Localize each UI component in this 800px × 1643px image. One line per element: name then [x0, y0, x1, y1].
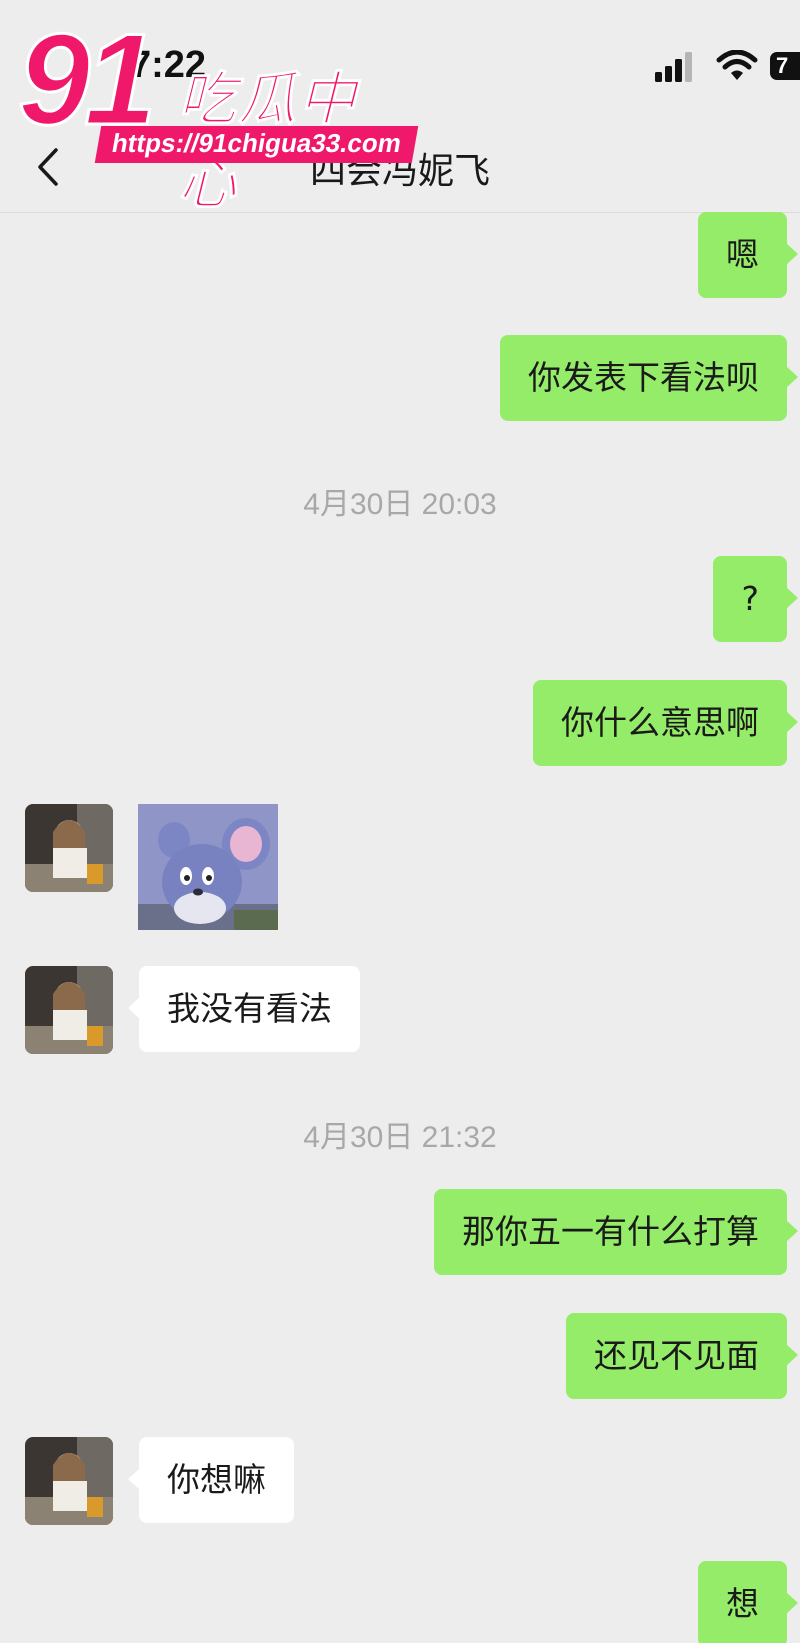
outgoing-message[interactable]: 那你五一有什么打算 — [434, 1189, 798, 1275]
outgoing-message[interactable]: 想 — [698, 1561, 798, 1643]
outgoing-message[interactable]: 嗯 — [698, 212, 798, 298]
timestamp-label: 4月30日 21:32 — [303, 1121, 497, 1154]
contact-avatar[interactable] — [25, 966, 113, 1054]
incoming-message[interactable]: 我没有看法 — [128, 966, 360, 1052]
watermark-logo: 91 吃瓜中心 https://91chigua33.com — [17, 6, 419, 218]
battery-icon: 7 — [770, 52, 800, 80]
watermark-url: https://91chigua33.com — [94, 126, 419, 163]
tuffy-mouse-sticker[interactable] — [138, 804, 278, 930]
timestamp-label: 4月30日 20:03 — [303, 488, 497, 521]
incoming-message[interactable]: 你想嘛 — [128, 1437, 294, 1523]
watermark-number: 91 — [17, 6, 159, 152]
chat-screen: 7:22 7 四会冯妮飞 91 吃瓜中心 https://91chigua33.… — [0, 0, 800, 1643]
outgoing-message[interactable]: 你发表下看法呗 — [500, 335, 798, 421]
outgoing-message[interactable]: ? — [713, 556, 798, 642]
outgoing-message[interactable]: 还见不见面 — [566, 1313, 798, 1399]
outgoing-message[interactable]: 你什么意思啊 — [533, 680, 798, 766]
contact-avatar[interactable] — [25, 804, 113, 892]
contact-avatar[interactable] — [25, 1437, 113, 1525]
wifi-icon — [716, 50, 758, 80]
signal-icon — [655, 52, 692, 82]
